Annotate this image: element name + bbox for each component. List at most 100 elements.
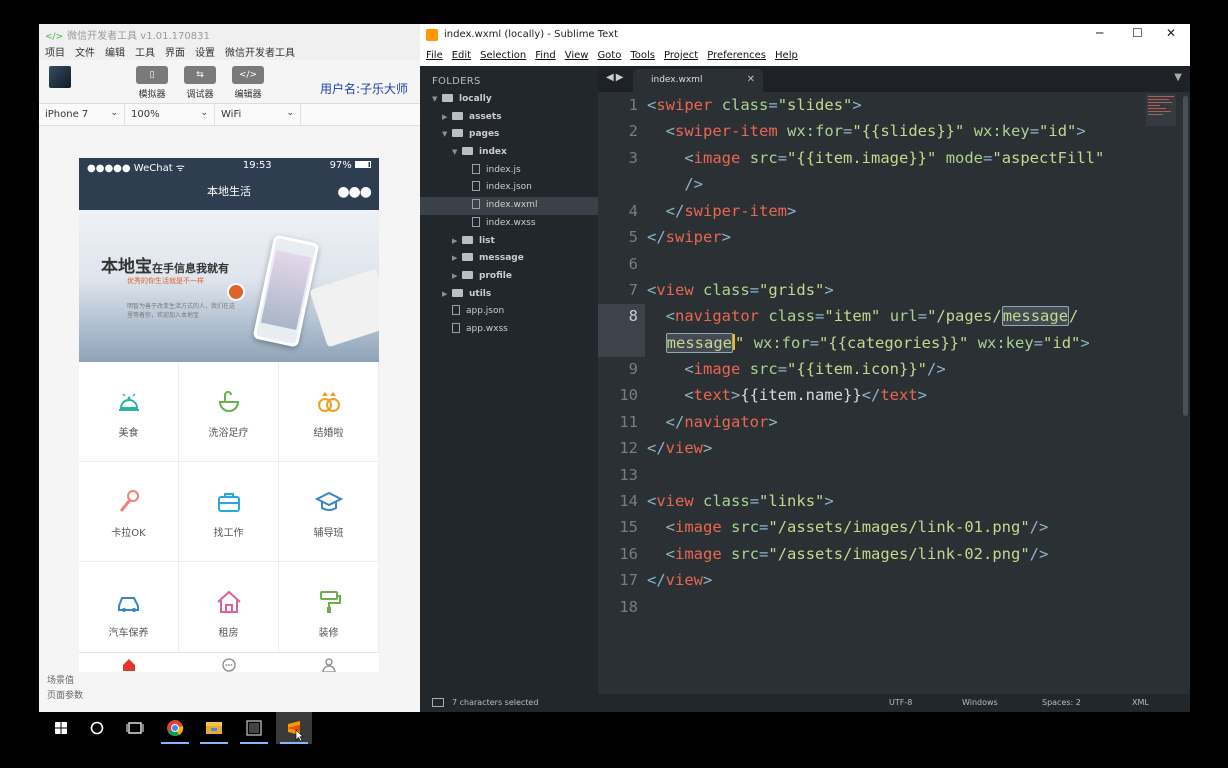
simulator-button[interactable]: ▯ 模拟器 [132,66,172,100]
tree-folder[interactable]: ▶ list [420,233,598,251]
window-title: index.wxml (locally) - Sublime Text [444,29,618,40]
selection-status: 7 characters selected [452,698,539,707]
banner-keyboard-image [309,268,379,348]
file-icon [472,181,480,192]
tree-folder[interactable]: ▶ assets [420,109,598,127]
zoom-select[interactable]: 100% ⌄ [125,104,215,126]
menu-item-help[interactable]: Help [775,50,798,64]
menu-item-edit[interactable]: 编辑 [105,44,125,59]
vertical-scrollbar[interactable] [1183,96,1188,416]
task-view-icon[interactable] [117,712,153,744]
menu-item-preferences[interactable]: Preferences [707,50,766,64]
terminal-icon[interactable] [236,712,272,744]
swiper-banner[interactable]: 本地宝在手信息我就有 优秀的你生活就是不一样 明智为善于改变生活方式的人，我们在… [79,210,379,362]
tree-file[interactable]: index.wxml [420,197,598,215]
tree-folder[interactable]: ▶ message [420,250,598,268]
category-item[interactable]: 装修 [279,562,379,662]
caret-right-icon: ▶ [442,289,448,298]
menu-item-edit[interactable]: Edit [452,50,471,64]
sublime-icon[interactable] [276,712,312,744]
category-item[interactable]: 卡拉OK [79,462,179,562]
category-item[interactable]: 找工作 [179,462,279,562]
category-item[interactable]: 美食 [79,362,179,462]
tree-folder[interactable]: ▶ utils [420,286,598,304]
network-select[interactable]: WiFi ⌄ [215,104,301,126]
minimize-icon[interactable]: ─ [1096,26,1103,40]
editor-label: 编辑器 [234,90,262,100]
simulator-options: iPhone 7 ⌄ 100% ⌄ WiFi ⌄ [39,104,420,126]
menu-item-view[interactable]: 界面 [165,44,185,59]
menu-item-project[interactable]: Project [664,50,698,64]
tree-folder[interactable]: ▼ index [420,144,598,162]
line-number: 8 [628,307,638,325]
menu-item-goto[interactable]: Goto [597,50,621,64]
line-number: 2 [628,122,638,140]
battery-label: 97% [329,160,352,171]
folder-icon [462,253,473,262]
line-number: 7 [628,281,638,299]
tab-dropdown-icon[interactable]: ▼ [1174,72,1182,83]
category-item[interactable]: 洗浴足疗 [179,362,279,462]
syntax-status[interactable]: XML [1132,698,1149,707]
category-label: 装修 [318,628,339,639]
code-line-17: </view> [647,571,713,589]
indentation-status[interactable]: Spaces: 2 [1042,698,1081,707]
close-tab-icon[interactable]: ✕ [747,74,755,85]
tab-index-wxml[interactable]: index.wxml ✕ [633,69,763,92]
encoding-status[interactable]: UTF-8 [889,698,912,707]
chrome-icon[interactable] [157,712,193,744]
tree-folder[interactable]: ▼ pages [420,126,598,144]
category-label: 洗浴足疗 [208,428,249,439]
category-item[interactable]: 辅导班 [279,462,379,562]
maximize-icon[interactable]: ☐ [1132,26,1143,40]
device-select[interactable]: iPhone 7 ⌄ [39,104,125,126]
tab-nav-arrows-icon[interactable]: ◀▶ [606,72,625,83]
cortana-icon[interactable] [79,712,115,744]
banner-description: 明智为善于改变生活方式的人，我们在这里等着你，欢迎加入本地宝 [127,303,236,319]
folder-icon [452,129,463,138]
tree-file[interactable]: app.json [420,303,598,321]
windows-start-icon[interactable] [43,712,79,744]
scene-value-label: 场景值 [47,676,75,686]
tree-file[interactable]: app.wxss [420,321,598,339]
tree-folder[interactable]: ▼ locally [420,91,598,109]
tree-folder[interactable]: ▶ profile [420,268,598,286]
code-editor[interactable]: 1 2 3 4 5 6 7 8 9 10 11 12 13 14 15 16 17 18 <swiper clas… [598,92,1190,694]
file-explorer-icon[interactable] [196,712,232,744]
tree-file[interactable]: index.json [420,179,598,197]
line-number: 15 [619,518,638,536]
category-item[interactable]: 租房 [179,562,279,662]
file-icon [452,305,460,316]
menu-item-devtools[interactable]: 微信开发者工具 [225,44,295,59]
tree-item-label: index.wxss [486,217,536,228]
tree-file[interactable]: index.wxss [420,215,598,233]
folder-icon [462,270,473,279]
menu-item-settings[interactable]: 设置 [195,44,215,59]
tree-file[interactable]: index.js [420,162,598,180]
menu-item-tools[interactable]: Tools [630,50,655,64]
menu-item-project[interactable]: 项目 [45,44,65,59]
category-item[interactable]: 结婚啦 [279,362,379,462]
category-item[interactable]: 汽车保养 [79,562,179,662]
menu-item-find[interactable]: Find [535,50,556,64]
debugger-button[interactable]: ⇆ 调试器 [180,66,220,100]
menu-item-view[interactable]: View [565,50,589,64]
minimap[interactable] [1146,94,1176,126]
more-options-icon[interactable]: ●●● [337,176,372,208]
bath-icon [218,391,239,412]
console-toggle-icon[interactable] [432,698,444,707]
caret-down-icon: ▼ [442,130,448,139]
menu-item-selection[interactable]: Selection [480,50,526,64]
line-endings-status[interactable]: Windows [962,698,998,707]
avatar[interactable] [49,66,71,88]
menu-item-tools[interactable]: 工具 [135,44,155,59]
chevron-down-icon: ⌄ [200,108,208,118]
line-number: 1 [628,96,638,114]
menu-item-file[interactable]: File [426,50,443,64]
tree-item-label: assets [469,111,502,122]
folder-icon [462,147,473,156]
wechat-bottom-panel: 场景值 页面参数 [39,672,420,712]
editor-button[interactable]: </> 编辑器 [228,66,268,100]
close-icon[interactable]: ✕ [1166,26,1176,40]
menu-item-file[interactable]: 文件 [75,44,95,59]
